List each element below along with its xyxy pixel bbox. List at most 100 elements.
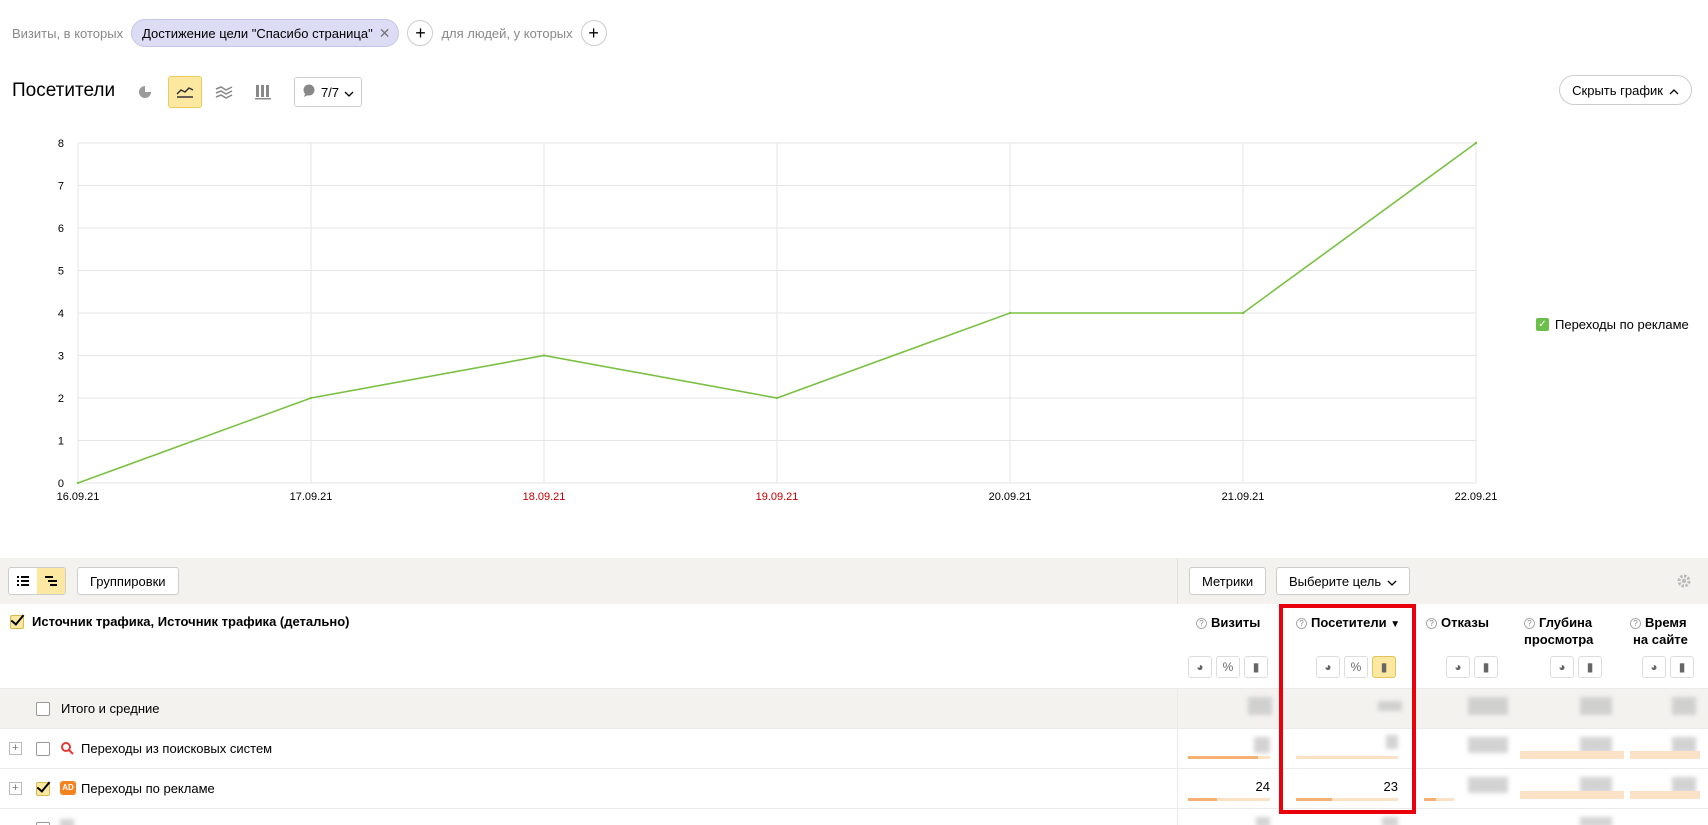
hide-chart-label: Скрыть график	[1572, 82, 1663, 98]
redacted-value	[1382, 817, 1398, 825]
time-bar	[1630, 751, 1700, 759]
segment-prefix: Визиты, в которых	[12, 25, 124, 41]
hide-chart-button[interactable]: Скрыть график	[1559, 75, 1692, 105]
chevron-down-icon	[1387, 574, 1397, 589]
y-tick-label: 7	[58, 181, 64, 193]
col-visits-label: Визиты	[1211, 615, 1261, 630]
pie-chart-icon[interactable]: ◕	[1188, 656, 1212, 678]
time-view-modes: ◕ ▮	[1642, 656, 1694, 678]
toolbar-divider	[1177, 558, 1178, 604]
x-tick-label: 17.09.21	[290, 491, 333, 503]
pie-chart-icon[interactable]	[128, 76, 162, 108]
select-all-checkbox[interactable]	[10, 614, 24, 629]
row-label: Итого и средние	[61, 701, 160, 716]
metrics-button[interactable]: Метрики	[1189, 567, 1267, 595]
bounces-view-modes: ◕ ▮	[1446, 656, 1498, 678]
legend-checkbox-icon[interactable]: ✓	[1536, 318, 1549, 331]
choose-goal-dropdown[interactable]: Выберите цель	[1276, 567, 1411, 595]
area-chart-icon[interactable]	[207, 76, 241, 108]
row-checkbox[interactable]	[36, 782, 50, 796]
depth-bar	[1520, 751, 1624, 759]
table-header: Источник трафика, Источник трафика (дета…	[0, 604, 1708, 688]
groupings-button[interactable]: Группировки	[77, 567, 179, 595]
table-row[interactable]	[0, 808, 1708, 825]
redacted-value	[1468, 777, 1508, 793]
redacted-value	[1468, 697, 1508, 715]
annotations-dropdown[interactable]: 7/7	[294, 77, 362, 107]
pie-chart-icon[interactable]: ◕	[1642, 656, 1666, 678]
y-tick-label: 8	[58, 138, 64, 150]
add-visit-condition-button[interactable]: +	[407, 20, 434, 46]
data-point	[1241, 311, 1245, 315]
time-bar	[1630, 791, 1700, 799]
data-point	[76, 481, 80, 485]
gear-icon[interactable]	[1676, 573, 1692, 594]
col-depth-label-2: просмотра	[1524, 632, 1594, 647]
y-tick-label: 2	[58, 393, 64, 405]
segment-chip[interactable]: Достижение цели "Спасибо страница" ✕	[131, 19, 400, 47]
table-row-total[interactable]: Итого и средние	[0, 688, 1708, 728]
visits-view-modes: ◕% ▮	[1188, 656, 1268, 678]
table-row[interactable]: + AD Переходы по рекламе 24 23	[0, 768, 1708, 808]
y-tick-label: 6	[58, 223, 64, 235]
search-icon	[60, 741, 74, 758]
line-chart-icon[interactable]	[168, 76, 202, 108]
redacted-value	[1468, 737, 1508, 753]
segment-bar: Визиты, в которых Достижение цели "Спаси…	[12, 18, 607, 48]
x-tick-label: 21.09.21	[1222, 491, 1265, 503]
bar-chart-icon[interactable]	[246, 76, 280, 108]
add-people-condition-button[interactable]: +	[580, 20, 607, 46]
data-point	[1008, 311, 1012, 315]
view-toggle[interactable]	[8, 567, 66, 595]
col-depth-label-1: Глубина	[1539, 615, 1593, 630]
chart-legend[interactable]: ✓ Переходы по рекламе	[1536, 317, 1689, 332]
chevron-up-icon	[1669, 83, 1679, 98]
data-point	[309, 396, 313, 400]
data-point	[1474, 141, 1478, 145]
help-icon[interactable]: ?	[1524, 618, 1535, 629]
legend-series-label: Переходы по рекламе	[1555, 317, 1689, 332]
col-depth[interactable]: ? Глубина просмотра	[1524, 614, 1593, 648]
percent-icon[interactable]: %	[1216, 656, 1240, 678]
row-checkbox[interactable]	[36, 742, 50, 756]
col-time-label-2: на сайте	[1633, 632, 1688, 647]
x-tick-label: 22.09.21	[1455, 491, 1498, 503]
bounces-share-bar	[1424, 798, 1454, 801]
dimension-header[interactable]: Источник трафика, Источник трафика (дета…	[10, 614, 350, 629]
redacted-value	[1248, 697, 1272, 715]
annotations-count: 7/7	[320, 84, 340, 100]
tree-list-icon[interactable]	[37, 568, 65, 594]
bar-chart-icon[interactable]: ▮	[1244, 656, 1268, 678]
close-icon[interactable]: ✕	[379, 25, 391, 42]
chart-title: Посетители	[12, 80, 116, 101]
bar-chart-icon[interactable]: ▮	[1474, 656, 1498, 678]
help-icon[interactable]: ?	[1630, 618, 1641, 629]
expand-icon[interactable]: +	[9, 782, 22, 795]
choose-goal-label: Выберите цель	[1289, 573, 1382, 589]
bar-chart-icon[interactable]: ▮	[1670, 656, 1694, 678]
row-label: Переходы из поисковых систем	[81, 741, 273, 756]
col-bounces[interactable]: ? Отказы	[1426, 614, 1489, 631]
col-time-label-1: Время	[1645, 615, 1687, 630]
row-checkbox[interactable]	[36, 702, 50, 716]
chevron-down-icon	[344, 85, 354, 100]
data-point	[775, 396, 779, 400]
expand-icon[interactable]: +	[9, 742, 22, 755]
table-row[interactable]: + Переходы из поисковых систем	[0, 728, 1708, 768]
col-time[interactable]: ? Время на сайте	[1630, 614, 1688, 648]
pie-chart-icon[interactable]: ◕	[1550, 656, 1574, 678]
bar-chart-icon[interactable]: ▮	[1578, 656, 1602, 678]
redacted-value	[1672, 697, 1696, 715]
flat-list-icon[interactable]	[9, 568, 37, 594]
help-icon[interactable]: ?	[1196, 618, 1207, 629]
y-tick-label: 4	[58, 308, 64, 320]
metrics-divider	[1177, 688, 1178, 825]
col-visits[interactable]: ? Визиты	[1196, 614, 1260, 631]
visits-share-bar	[1188, 756, 1270, 759]
pie-chart-icon[interactable]: ◕	[1446, 656, 1470, 678]
ad-icon: AD	[60, 781, 76, 795]
y-tick-label: 3	[58, 351, 64, 363]
segment-chip-label: Достижение цели "Спасибо страница"	[142, 25, 373, 41]
depth-bar	[1520, 791, 1624, 799]
help-icon[interactable]: ?	[1426, 618, 1437, 629]
